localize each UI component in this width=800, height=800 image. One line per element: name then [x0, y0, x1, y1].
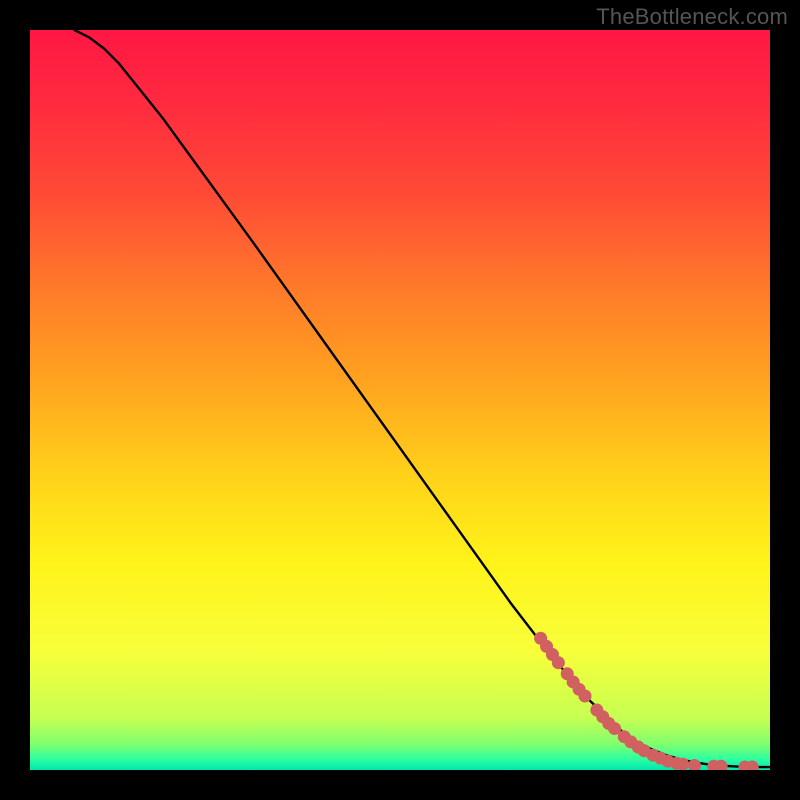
data-marker — [579, 690, 592, 703]
data-marker — [552, 656, 565, 669]
watermark-text: TheBottleneck.com — [596, 4, 788, 30]
bottleneck-chart — [30, 30, 770, 770]
data-marker — [676, 758, 689, 770]
gradient-background — [30, 30, 770, 770]
chart-stage: TheBottleneck.com — [0, 0, 800, 800]
